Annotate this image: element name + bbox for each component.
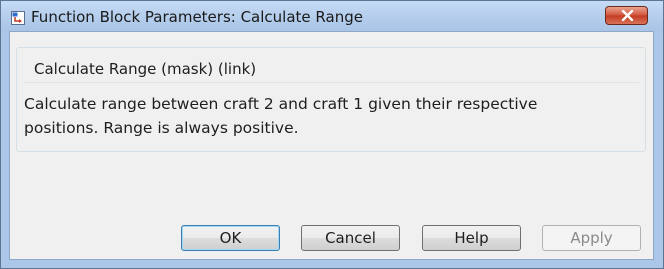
group-title: Calculate Range (mask) (link) <box>34 60 257 78</box>
help-button[interactable]: Help <box>422 225 521 251</box>
close-icon <box>621 10 634 21</box>
apply-button: Apply <box>542 225 641 251</box>
window-title: Function Block Parameters: Calculate Ran… <box>31 8 363 26</box>
ok-button[interactable]: OK <box>181 225 280 251</box>
title-bar[interactable]: Function Block Parameters: Calculate Ran… <box>1 1 663 31</box>
description-line-2: positions. Range is always positive. <box>24 119 299 137</box>
group-separator <box>24 82 639 83</box>
simulink-block-icon <box>11 10 25 25</box>
close-button[interactable] <box>605 6 648 25</box>
description-line-1: Calculate range between craft 2 and craf… <box>24 95 538 113</box>
cancel-button[interactable]: Cancel <box>301 225 400 251</box>
